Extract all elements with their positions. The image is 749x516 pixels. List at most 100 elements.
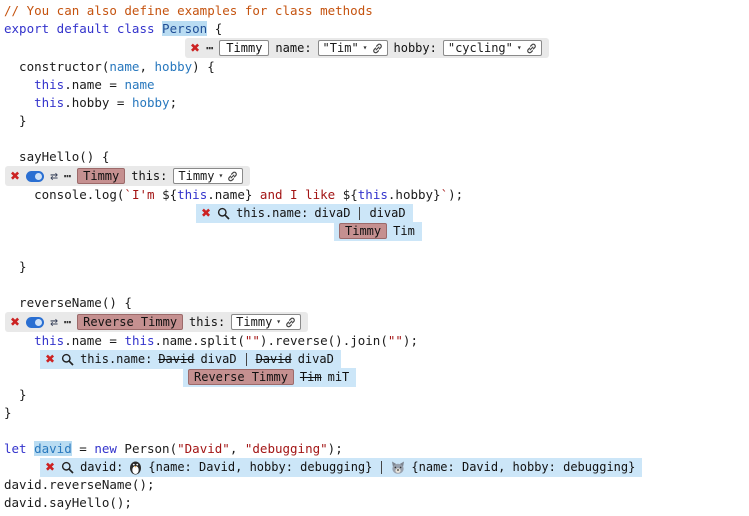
class-example-widget: ✖ ⋯ Timmy name: "Tim" ▾ hobby: "cycling"… [185, 38, 549, 58]
sayhello-probe: ✖ this.name: divaD divaD [196, 204, 413, 223]
sayhello-probe-result: Timmy Tim [334, 222, 422, 241]
magnifier-icon[interactable] [217, 207, 230, 220]
code-text: ) { [192, 59, 215, 74]
close-icon[interactable]: ✖ [201, 207, 211, 219]
code-text: , [139, 59, 154, 74]
reversename-example-widget-row: ✖ ⇄ ⋯ Reverse Timmy this: Timmy ▾ [5, 312, 749, 332]
code-text: } [433, 187, 441, 202]
keyword: this [34, 333, 64, 348]
probe-old-value: Tim [300, 370, 322, 384]
hobby-value-dropdown[interactable]: "cycling" ▾ [443, 40, 542, 56]
sayhello-example-widget: ✖ ⇄ ⋯ Timmy this: Timmy ▾ [5, 166, 250, 186]
more-options-icon[interactable]: ⋯ [64, 316, 71, 328]
penguin-icon [129, 460, 142, 475]
example-badge[interactable]: Reverse Timmy [77, 314, 183, 330]
code-text: { [207, 21, 222, 36]
code-text: } [4, 113, 27, 128]
swap-arrows-icon[interactable]: ⇄ [50, 316, 58, 329]
close-icon[interactable]: ✖ [10, 316, 20, 328]
link-icon[interactable] [372, 43, 383, 54]
code-line: constructor(name, hobby) { [4, 58, 749, 76]
name-value-dropdown[interactable]: "Tim" ▾ [318, 40, 388, 56]
magnifier-icon[interactable] [61, 461, 74, 474]
code-text: .hobby [388, 187, 433, 202]
david-probe-row: ✖ david: {name: David, hobby: debugging}… [40, 458, 749, 476]
code-text: ; [170, 95, 178, 110]
keyword: this [34, 95, 64, 110]
sayhello-probe-result-row: Timmy Tim [334, 222, 749, 240]
caret-down-icon: ▾ [219, 172, 224, 180]
class-name-highlighted: Person [162, 21, 207, 36]
reversename-probe-result-row: Reverse Timmy Tim miT [183, 368, 749, 386]
probe-label: david: [80, 460, 123, 474]
code-line: let david = new Person("David", "debuggi… [4, 440, 749, 458]
name-param-label: name: [275, 41, 311, 55]
code-editor-pane: // You can also define examples for clas… [0, 0, 749, 516]
code-text: .name = [64, 77, 124, 92]
close-icon[interactable]: ✖ [10, 170, 20, 182]
toggle-icon[interactable] [26, 317, 44, 328]
this-value-dropdown[interactable]: Timmy ▾ [173, 168, 243, 184]
code-line: this.hobby = hobby; [4, 94, 749, 112]
link-icon[interactable] [285, 317, 296, 328]
code-text: Person( [117, 441, 177, 456]
probe-value: {name: David, hobby: debugging} [148, 460, 372, 474]
code-line: // You can also define examples for clas… [4, 2, 749, 20]
example-badge[interactable]: Timmy [339, 223, 387, 239]
more-options-icon[interactable]: ⋯ [64, 170, 71, 182]
code-line: console.log(`I'm ${this.name} and I like… [4, 186, 749, 204]
this-label: this: [131, 169, 167, 183]
example-name-input[interactable]: Timmy [219, 40, 269, 56]
probe-value: divaD [369, 206, 405, 220]
code-text: ); [403, 333, 418, 348]
reversename-example-widget: ✖ ⇄ ⋯ Reverse Timmy this: Timmy ▾ [5, 312, 308, 332]
blank-line [4, 422, 749, 440]
divider [381, 461, 382, 474]
close-icon[interactable]: ✖ [190, 42, 200, 54]
probe-value: Tim [393, 224, 415, 238]
link-icon[interactable] [227, 171, 238, 182]
code-line: } [4, 386, 749, 404]
probe-value: {name: David, hobby: debugging} [411, 460, 635, 474]
code-line: } [4, 112, 749, 130]
toggle-icon[interactable] [26, 171, 44, 182]
code-text: david.reverseName(); [4, 477, 155, 492]
code-text: , [230, 441, 245, 456]
dropdown-value: "Tim" [323, 41, 359, 55]
code-line: this.name = name [4, 76, 749, 94]
string: "" [388, 333, 403, 348]
dropdown-value: "cycling" [448, 41, 513, 55]
code-line: reverseName() { [4, 294, 749, 312]
code-line: this.name = this.name.split("").reverse(… [4, 332, 749, 350]
dropdown-value: Timmy [178, 169, 214, 183]
code-line: } [4, 258, 749, 276]
code-text: constructor( [4, 59, 109, 74]
close-icon[interactable]: ✖ [45, 353, 55, 365]
code-text [4, 77, 34, 92]
more-options-icon[interactable]: ⋯ [206, 42, 213, 54]
code-text: david.sayHello(); [4, 495, 132, 510]
caret-down-icon: ▾ [517, 44, 522, 52]
link-icon[interactable] [526, 43, 537, 54]
code-line: david.reverseName(); [4, 476, 749, 494]
magnifier-icon[interactable] [61, 353, 74, 366]
probe-label: this.name: [80, 352, 152, 366]
keyword: this [34, 77, 64, 92]
code-text [4, 333, 34, 348]
blank-line [4, 240, 749, 258]
probe-old-value: David [158, 352, 194, 366]
close-icon[interactable]: ✖ [45, 461, 55, 473]
this-value-dropdown[interactable]: Timmy ▾ [231, 314, 301, 330]
probe-value: divaD [298, 352, 334, 366]
swap-arrows-icon[interactable]: ⇄ [50, 170, 58, 183]
code-text: ); [328, 441, 343, 456]
reversename-probe: ✖ this.name: David divaD David divaD [40, 350, 341, 369]
code-text: ${ [162, 187, 177, 202]
code-text: } [4, 387, 27, 402]
param: hobby [155, 59, 193, 74]
example-badge[interactable]: Timmy [77, 168, 125, 184]
blank-line [4, 276, 749, 294]
example-badge[interactable]: Reverse Timmy [188, 369, 294, 385]
variable-highlighted: david [34, 441, 72, 456]
keyword: export default class [4, 21, 162, 36]
